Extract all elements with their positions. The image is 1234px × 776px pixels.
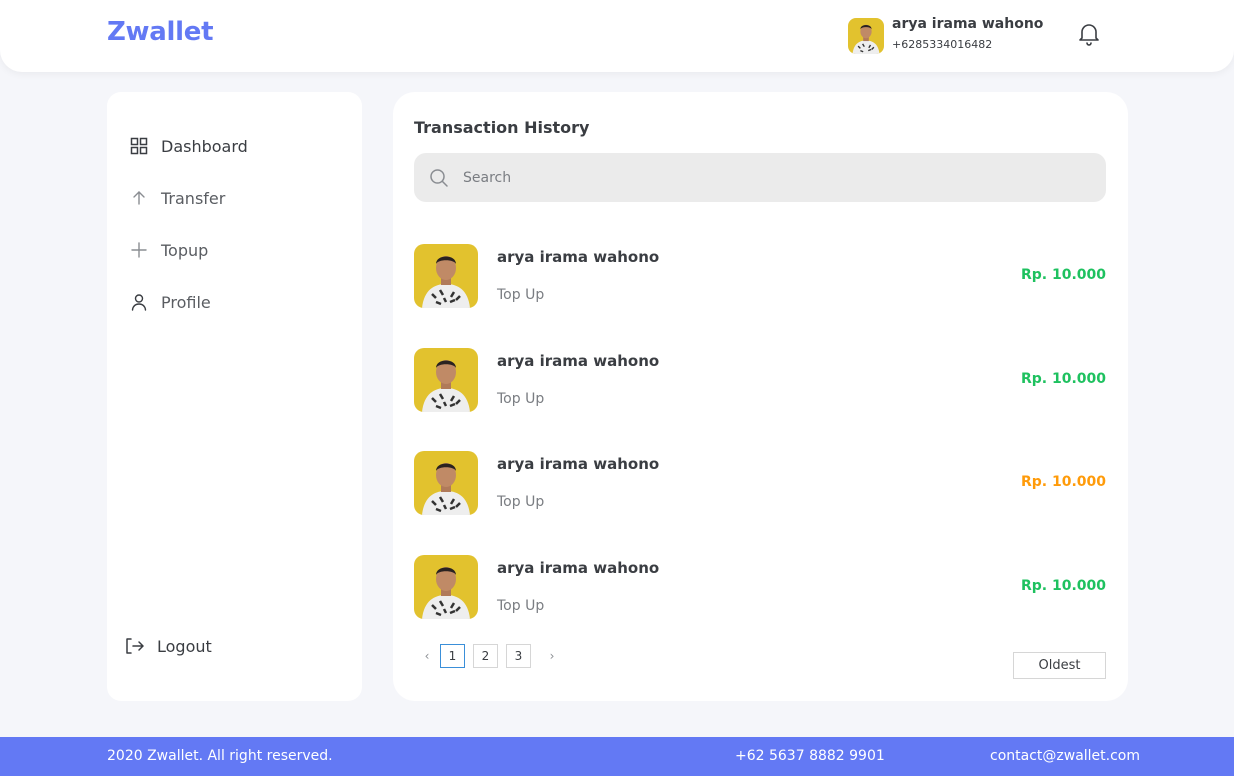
logout-label: Logout (157, 636, 212, 656)
sidebar-item-topup[interactable]: Topup (129, 236, 208, 264)
user-name: arya irama wahono (892, 16, 1044, 32)
footer-email[interactable]: contact@zwallet.com (990, 748, 1140, 764)
transaction-amount: Rp. 10.000 (1020, 577, 1106, 594)
transaction-type: Top Up (497, 390, 545, 407)
grid-icon (129, 136, 149, 156)
avatar[interactable] (848, 18, 884, 54)
transaction-name: arya irama wahono (497, 248, 660, 266)
transaction-row[interactable]: arya irama wahono Top Up Rp. 10.000 (414, 244, 1106, 310)
footer: 2020 Zwallet. All right reserved. +62 56… (0, 737, 1234, 776)
sort-oldest-button[interactable]: Oldest (1013, 652, 1106, 679)
avatar (414, 244, 478, 308)
page-button-1[interactable]: 1 (440, 644, 465, 668)
transaction-row[interactable]: arya irama wahono Top Up Rp. 10.000 (414, 347, 1106, 414)
page-button-2[interactable]: 2 (473, 644, 498, 668)
prev-page-button[interactable]: ‹ (414, 649, 440, 663)
search-bar[interactable] (414, 153, 1106, 202)
transaction-name: arya irama wahono (497, 351, 660, 370)
sidebar-item-label: Profile (161, 292, 211, 312)
transaction-name: arya irama wahono (497, 455, 660, 473)
next-page-button[interactable]: › (539, 649, 565, 663)
avatar (414, 451, 478, 515)
user-icon (129, 292, 149, 312)
page-title: Transaction History (414, 118, 590, 137)
footer-copyright: 2020 Zwallet. All right reserved. (107, 748, 333, 764)
sidebar-item-transfer[interactable]: Transfer (129, 184, 225, 212)
user-phone: +6285334016482 (892, 38, 993, 51)
transaction-name: arya irama wahono (497, 558, 660, 577)
sidebar-item-dashboard[interactable]: Dashboard (129, 132, 248, 160)
transaction-row[interactable]: arya irama wahono Top Up Rp. 10.000 (414, 451, 1106, 517)
sidebar-item-label: Topup (161, 240, 209, 260)
sidebar-item-profile[interactable]: Profile (129, 288, 211, 316)
logout-button[interactable]: Logout (125, 632, 212, 660)
transaction-type: Top Up (497, 494, 545, 510)
transaction-history-panel: Transaction History arya irama wahono Top… (393, 92, 1128, 701)
transaction-row[interactable]: arya irama wahono Top Up Rp. 10.000 (414, 554, 1106, 621)
transaction-amount: Rp. 10.000 (1020, 370, 1106, 387)
transaction-type: Top Up (497, 287, 545, 303)
transaction-type: Top Up (497, 597, 545, 614)
avatar (414, 347, 478, 412)
bell-icon[interactable] (1078, 22, 1100, 46)
search-icon (430, 168, 448, 187)
transaction-amount: Rp. 10.000 (1020, 474, 1106, 490)
sidebar-item-label: Transfer (161, 188, 226, 208)
brand-logo[interactable]: Zwallet (107, 17, 214, 47)
plus-icon (129, 240, 149, 260)
footer-phone: +62 5637 8882 9901 (735, 748, 885, 764)
page-button-3[interactable]: 3 (506, 644, 531, 668)
arrow-up-icon (129, 188, 149, 208)
avatar (414, 554, 478, 619)
sidebar: Dashboard Transfer Topup Profile Logout (107, 92, 362, 701)
search-input[interactable] (463, 169, 1063, 186)
pagination: ‹ 1 2 3 › (414, 644, 565, 668)
sidebar-item-label: Dashboard (161, 136, 248, 156)
top-header: Zwallet arya irama wahono +6285334016482 (0, 0, 1234, 72)
transaction-amount: Rp. 10.000 (1020, 267, 1106, 283)
logout-icon (125, 636, 145, 656)
